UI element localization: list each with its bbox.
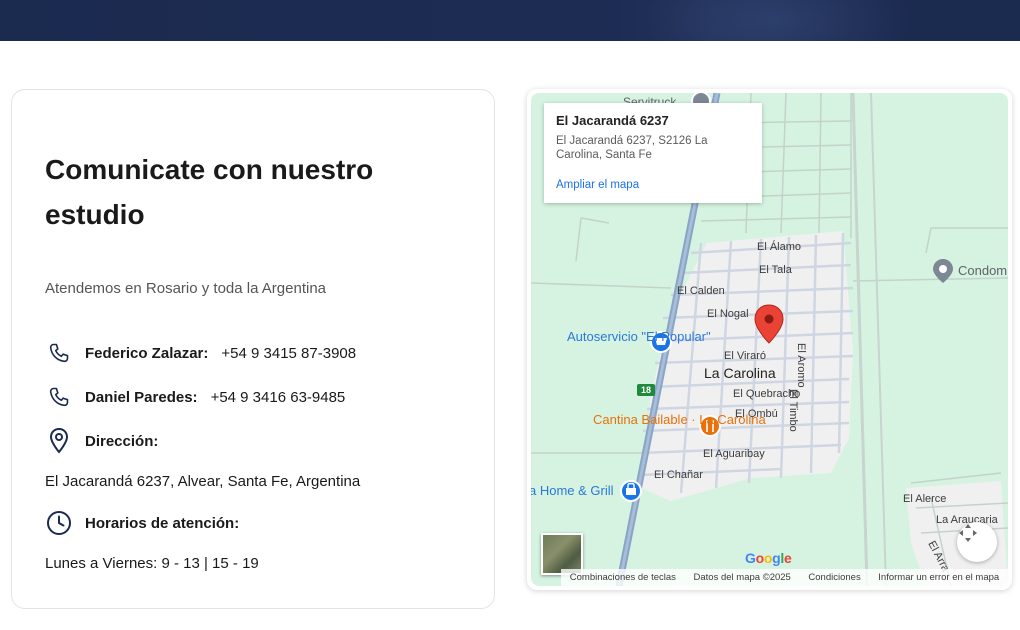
street-label: El Álamo bbox=[757, 241, 802, 253]
info-window-title: El Jacarandá 6237 bbox=[556, 113, 669, 128]
street-label: El Viraró bbox=[724, 350, 766, 362]
contact-subtitle: Atendemos en Rosario y toda la Argentina bbox=[45, 280, 327, 297]
enlarge-map-link[interactable]: Ampliar el mapa bbox=[556, 179, 639, 191]
phone-row-daniel[interactable]: Daniel Paredes: +54 9 3416 63-9485 bbox=[45, 383, 345, 411]
terms-link[interactable]: Condiciones bbox=[808, 572, 860, 583]
map-camera-control-button[interactable] bbox=[957, 522, 997, 562]
street-label: El Calden bbox=[677, 285, 725, 297]
route-shield: 18 bbox=[637, 384, 655, 396]
map-attribution: Combinaciones de teclas Datos del mapa ©… bbox=[561, 569, 1008, 586]
poi-home-grill[interactable]: a Home & Grill bbox=[531, 484, 614, 498]
map-data-text: Datos del mapa ©2025 bbox=[693, 572, 791, 583]
phone-number[interactable]: +54 9 3416 63-9485 bbox=[211, 389, 346, 406]
contact-card: Comunicate con nuestro estudio Atendemos… bbox=[11, 89, 495, 609]
town-label: La Carolina bbox=[704, 365, 776, 381]
street-label: El Timbo bbox=[787, 389, 799, 432]
hours-label: Horarios de atención: bbox=[85, 514, 240, 532]
header-decoration bbox=[640, 0, 910, 41]
poi-autoservicio[interactable]: Autoservicio "El Popular" bbox=[567, 330, 711, 344]
poi-condom[interactable]: Condom bbox=[958, 263, 1007, 278]
keyboard-shortcuts-link[interactable]: Combinaciones de teclas bbox=[570, 572, 676, 583]
map-canvas[interactable]: El Álamo El Tala El Calden El Nogal El V… bbox=[531, 93, 1008, 586]
phone-icon bbox=[45, 339, 73, 367]
phone-label: Daniel Paredes: bbox=[85, 388, 198, 406]
street-label: El Tala bbox=[759, 264, 792, 276]
contact-title: Comunicate con nuestro estudio bbox=[45, 154, 374, 230]
map-embed[interactable]: El Álamo El Tala El Calden El Nogal El V… bbox=[527, 89, 1012, 590]
map-info-window: El Jacarandá 6237 El Jacarandá 6237, S21… bbox=[544, 103, 762, 203]
phone-row-federico[interactable]: Federico Zalazar: +54 9 3415 87-3908 bbox=[45, 339, 356, 367]
street-label: El Alerce bbox=[903, 493, 947, 505]
phone-number[interactable]: +54 9 3415 87-3908 bbox=[221, 345, 356, 362]
hours-row: Horarios de atención: bbox=[45, 509, 252, 537]
clock-icon bbox=[45, 509, 73, 537]
street-label: El Chañar bbox=[654, 469, 703, 481]
address-row: Dirección: bbox=[45, 427, 171, 455]
info-window-address: El Jacarandá 6237, S2126 La Carolina, Sa… bbox=[556, 135, 708, 161]
street-label: El Nogal bbox=[707, 308, 749, 320]
header-banner bbox=[0, 0, 1020, 41]
google-logo: Google bbox=[745, 550, 792, 566]
street-label: El Aromo bbox=[795, 343, 807, 388]
street-label: El Aguaribay bbox=[703, 448, 765, 460]
hours-value: Lunes a Viernes: 9 - 13 | 15 - 19 bbox=[45, 555, 259, 572]
phone-icon bbox=[45, 383, 73, 411]
report-error-link[interactable]: Informar un error en el mapa bbox=[878, 572, 999, 583]
address-label: Dirección: bbox=[85, 432, 159, 450]
address-value: El Jacarandá 6237, Alvear, Santa Fe, Arg… bbox=[45, 473, 361, 490]
move-arrows-icon bbox=[959, 524, 977, 542]
phone-label: Federico Zalazar: bbox=[85, 344, 209, 362]
poi-cantina[interactable]: Cantina Bailable · La Carolina bbox=[593, 413, 766, 427]
location-pin-icon bbox=[45, 427, 73, 455]
